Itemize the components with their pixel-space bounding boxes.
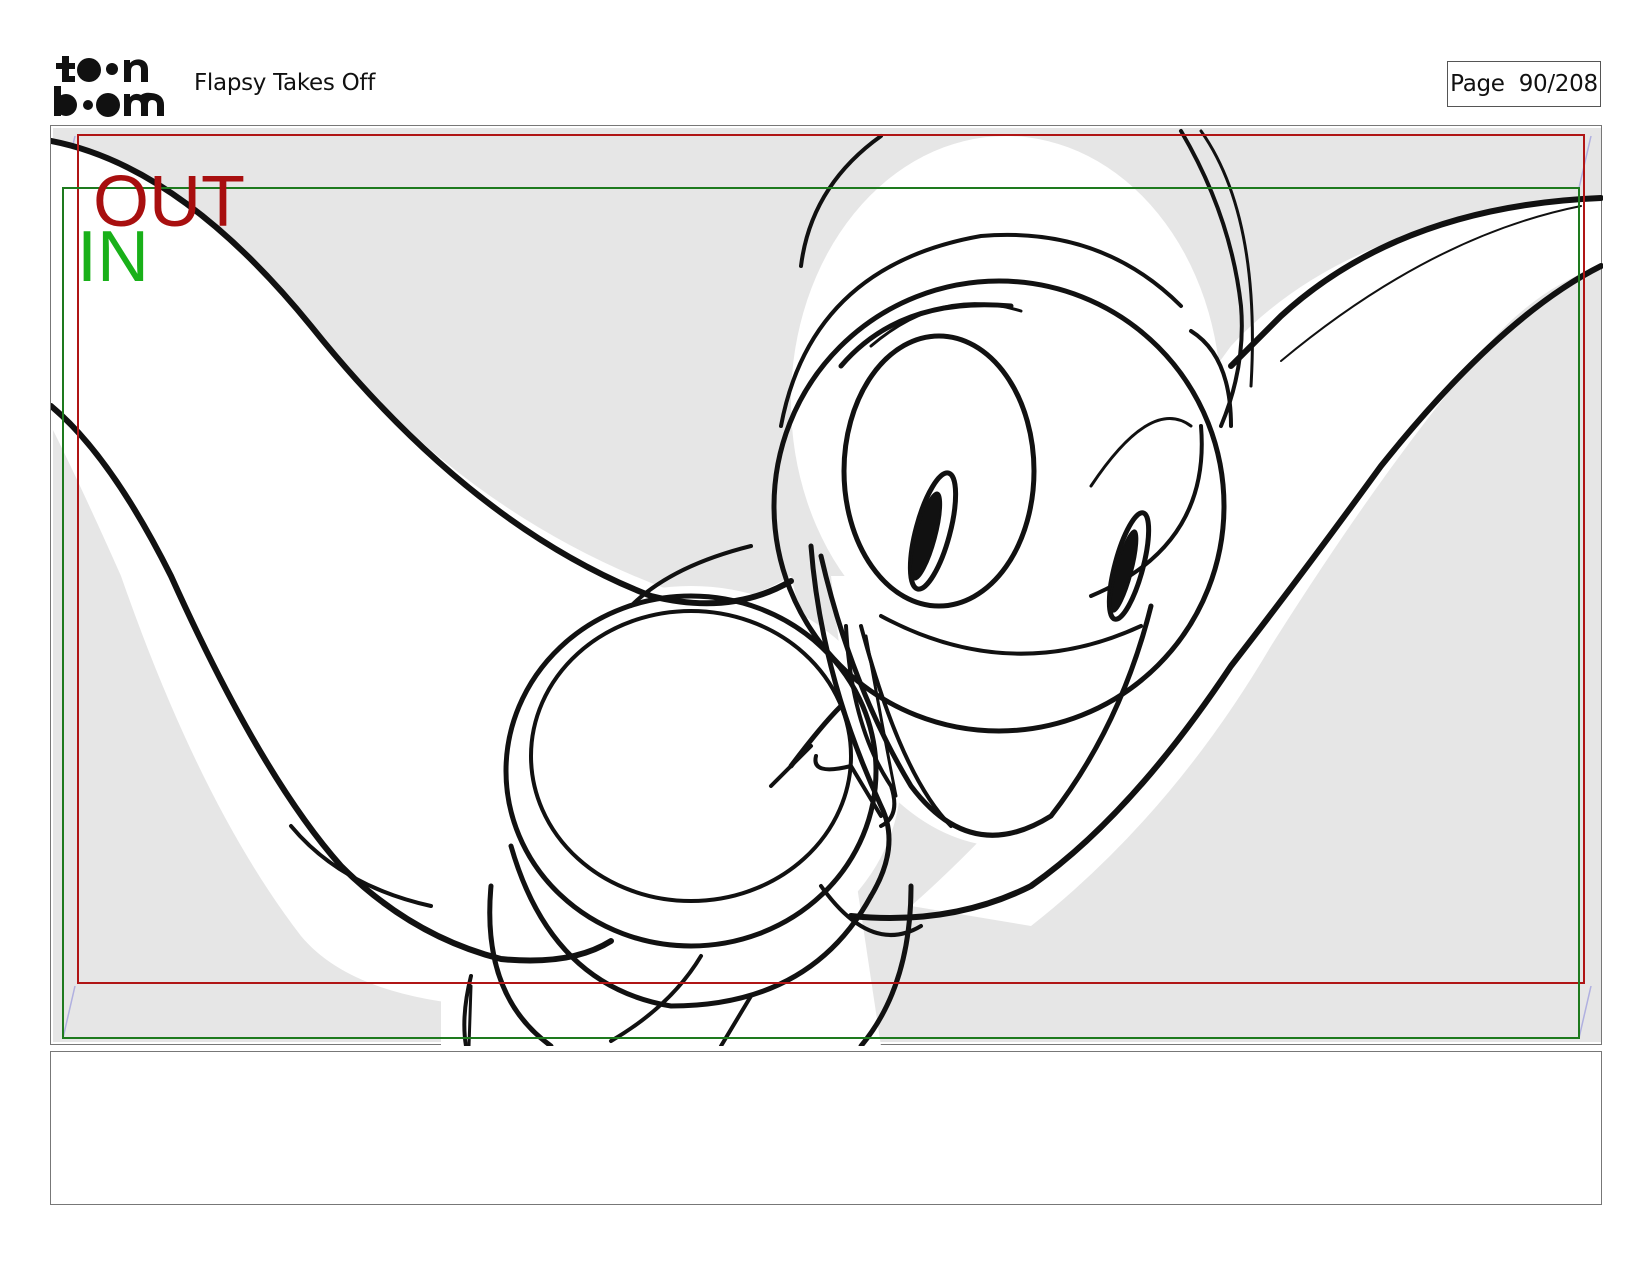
- panel-drawing: OUT IN: [51, 128, 1603, 1046]
- page-number: 90/208: [1518, 71, 1598, 97]
- page-label: Page: [1450, 71, 1505, 97]
- project-title: Flapsy Takes Off: [194, 70, 375, 96]
- logo-glyphs: [54, 56, 164, 117]
- in-label: IN: [77, 217, 149, 297]
- storyboard-panel[interactable]: OUT IN: [50, 125, 1603, 1046]
- panel-notes-field[interactable]: [50, 1051, 1602, 1205]
- toon-boom-logo: [54, 56, 164, 117]
- page-indicator: Page 90/208: [1447, 61, 1601, 107]
